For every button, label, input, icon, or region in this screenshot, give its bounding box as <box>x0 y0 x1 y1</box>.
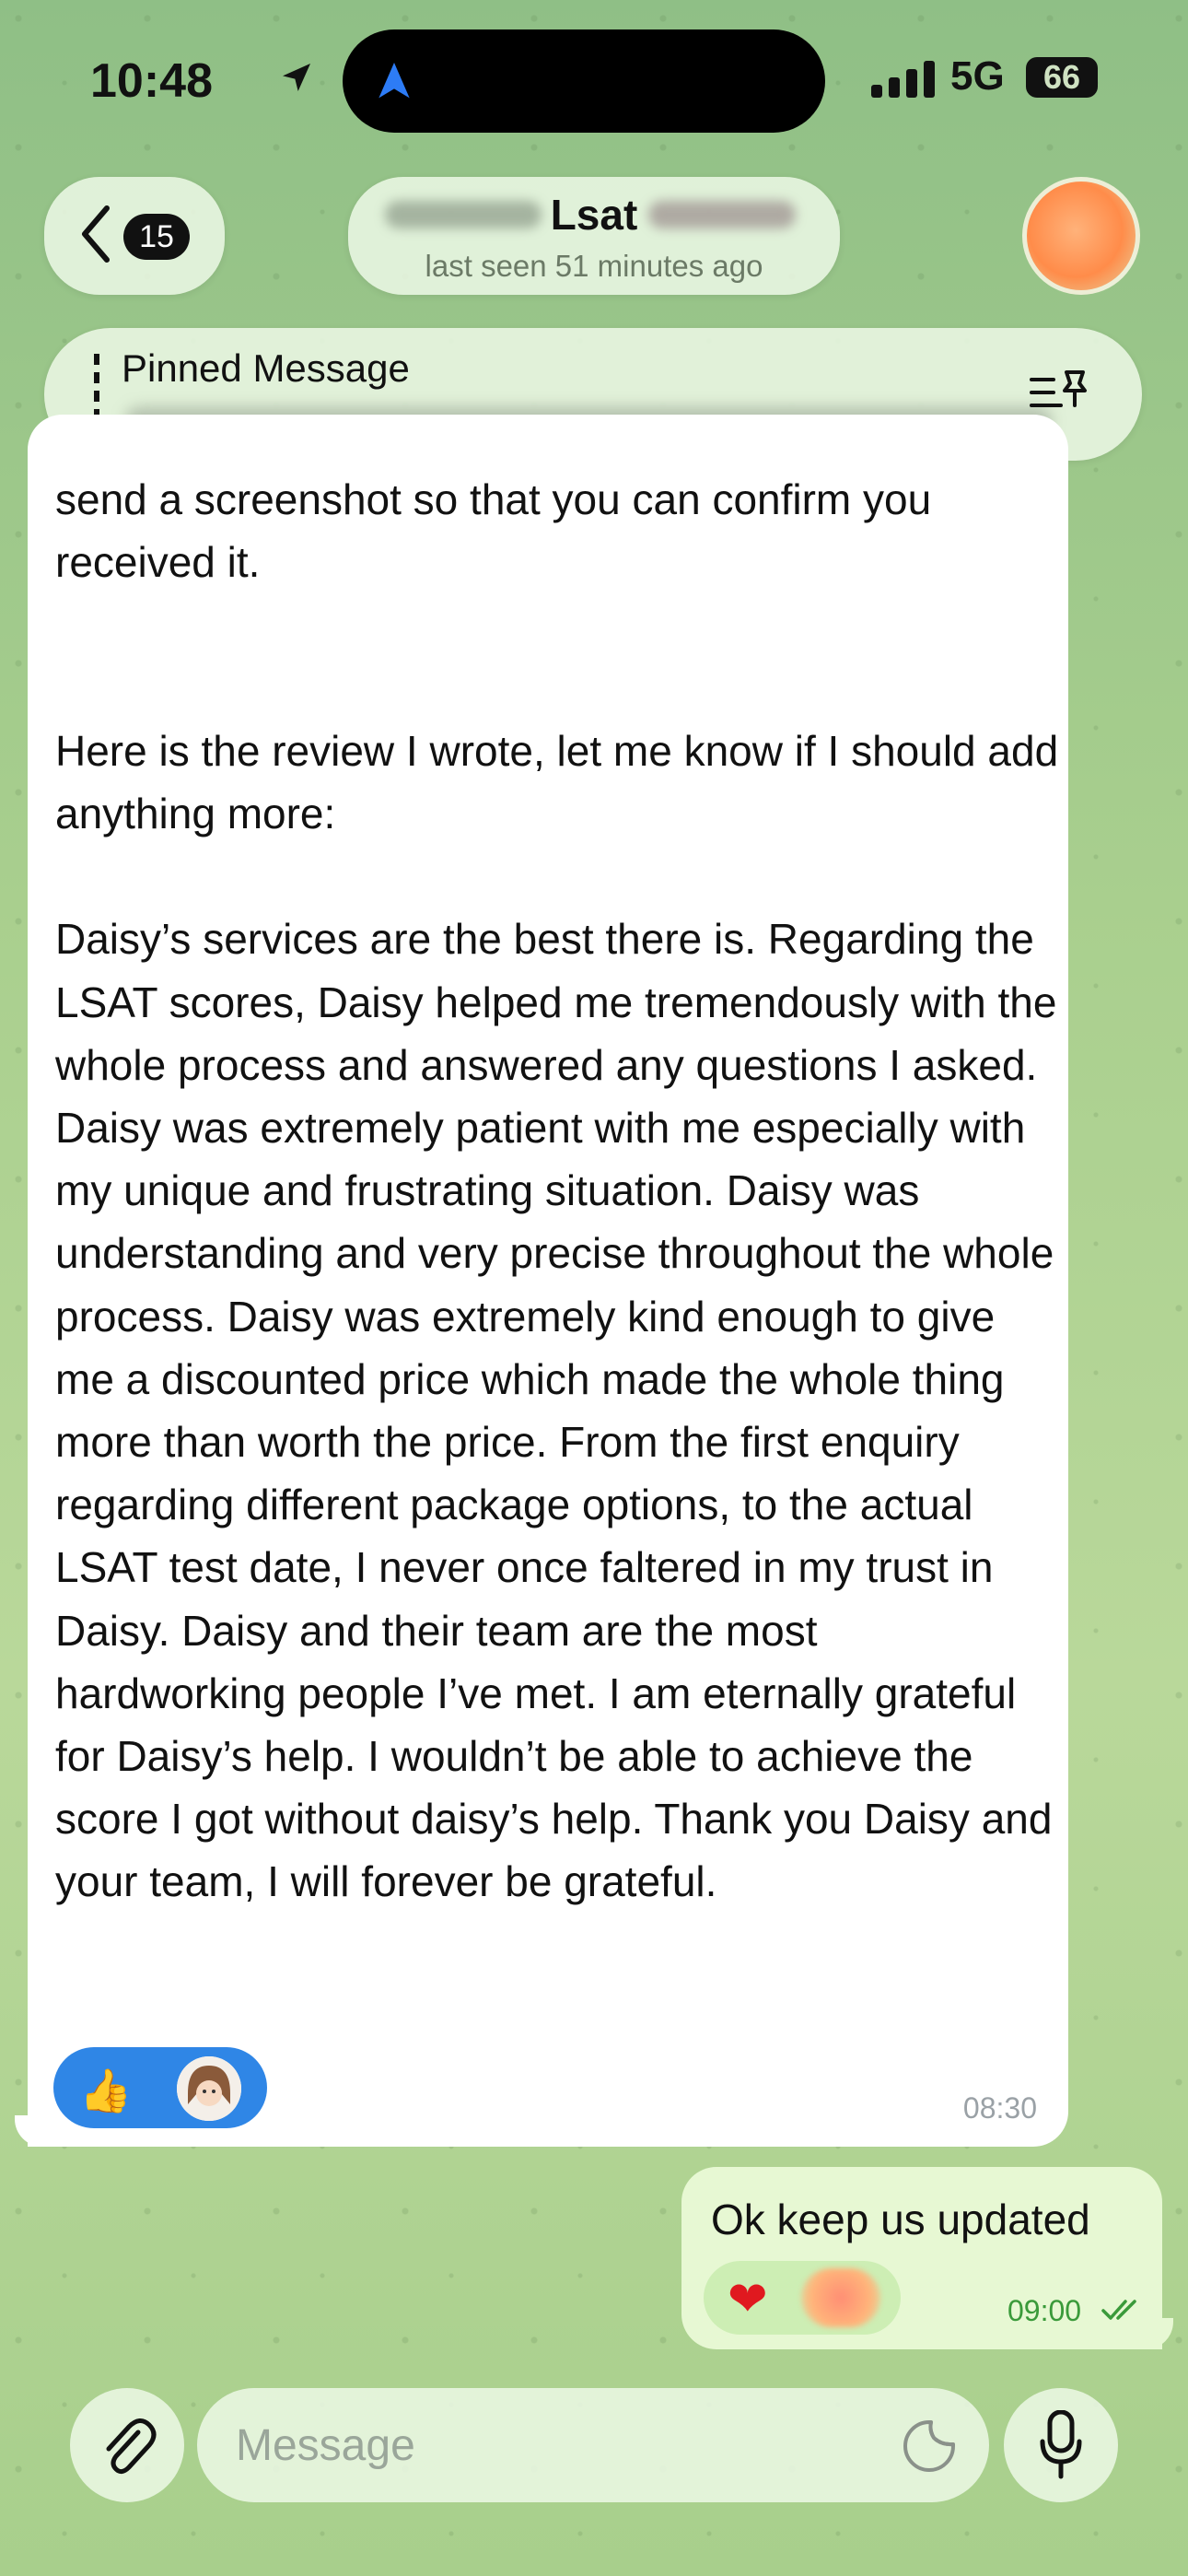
location-arrow-icon <box>278 59 315 100</box>
thumbs-up-icon: 👍 <box>79 2067 133 2114</box>
unread-count-badge: 15 <box>123 214 190 260</box>
incoming-message-bubble[interactable]: send a screenshot so that you can confir… <box>28 415 1068 2147</box>
back-button[interactable]: 15 <box>44 177 225 295</box>
contact-avatar[interactable] <box>1022 177 1140 295</box>
voice-record-button[interactable] <box>1004 2388 1118 2502</box>
battery-level: 66 <box>1042 58 1081 96</box>
chevron-left-icon <box>77 205 114 268</box>
battery-icon: 66 <box>1026 57 1098 98</box>
double-check-icon <box>1101 2298 1142 2328</box>
reaction-chip[interactable]: 👍 <box>53 2047 267 2128</box>
clock: 10:48 <box>90 54 213 108</box>
pin-list-icon[interactable] <box>1030 369 1089 421</box>
last-seen-status: last seen 51 minutes ago <box>425 249 763 283</box>
reactor-avatar <box>177 2056 241 2121</box>
navigation-icon <box>379 63 410 99</box>
incoming-timestamp: 08:30 <box>962 2091 1037 2125</box>
chat-title[interactable]: Lsat last seen 51 minutes ago <box>348 177 840 295</box>
reactor-avatar <box>801 2268 880 2327</box>
outgoing-message-text: Ok keep us updated <box>711 2195 1090 2243</box>
outgoing-timestamp: 09:00 <box>1007 2294 1082 2327</box>
message-input[interactable] <box>234 2412 882 2478</box>
pinned-label: Pinned Message <box>122 346 410 390</box>
signal-bars-icon <box>871 61 938 102</box>
contact-name: Lsat <box>550 191 638 239</box>
outgoing-reaction-chip[interactable]: ❤ <box>704 2261 901 2335</box>
attach-button[interactable] <box>70 2388 184 2502</box>
heart-icon: ❤ <box>728 2273 768 2326</box>
network-type: 5G <box>950 53 1005 99</box>
microphone-icon <box>1040 2410 1082 2479</box>
message-input-container <box>197 2388 989 2502</box>
dynamic-island <box>343 29 825 133</box>
status-bar: 10:48 5G 66 <box>0 0 1188 157</box>
outgoing-message-bubble[interactable]: Ok keep us updated ❤ 09:00 <box>681 2167 1162 2349</box>
incoming-message-text: send a screenshot so that you can confir… <box>55 475 1059 1906</box>
sticker-icon[interactable] <box>903 2419 956 2477</box>
paperclip-icon <box>106 2418 157 2475</box>
